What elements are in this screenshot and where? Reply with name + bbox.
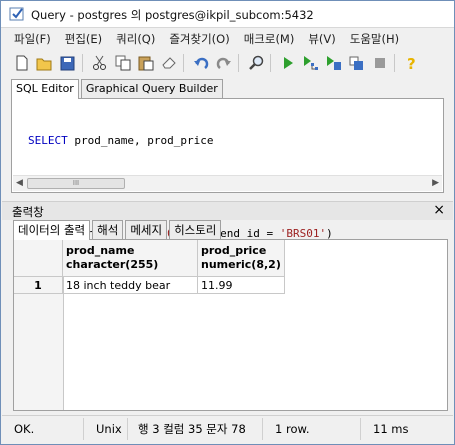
data-output-grid[interactable]: prod_name character(255) prod_price nume… — [13, 239, 448, 411]
sql-editor[interactable]: SELECT prod_name, prod_price FROM Produc… — [11, 98, 444, 287]
result-table: prod_name character(255) prod_price nume… — [14, 240, 285, 294]
status-bar: OK. Unix 행 3 컬럼 35 문자 78 1 row. 11 ms — [2, 415, 453, 442]
corner-cell[interactable] — [14, 240, 63, 277]
find-icon[interactable] — [245, 53, 266, 73]
svg-text:?: ? — [407, 55, 416, 71]
editor-tabs: SQL Editor Graphical Query Builder — [11, 79, 225, 99]
column-header-prod-name[interactable]: prod_name character(255) — [62, 240, 198, 277]
stop-icon[interactable] — [369, 53, 390, 73]
table-row[interactable]: 1 18 inch teddy bear 11.99 — [14, 276, 285, 294]
menu-help[interactable]: 도움말(H) — [343, 31, 406, 47]
editor-horizontal-scrollbar[interactable]: ◀ III ▶ — [13, 175, 442, 191]
execute-to-file-icon[interactable] — [323, 53, 344, 73]
menu-bar: 파일(F) 편집(E) 쿼리(Q) 즐겨찾기(O) 매크로(M) 뷰(V) 도움… — [1, 28, 454, 50]
table-cell[interactable]: 11.99 — [197, 276, 285, 294]
toolbar-separator — [82, 54, 83, 72]
row-number[interactable]: 1 — [14, 276, 63, 294]
menu-file[interactable]: 파일(F) — [1, 31, 58, 47]
menu-view[interactable]: 뷰(V) — [301, 31, 342, 47]
scroll-left-icon[interactable]: ◀ — [16, 178, 23, 188]
table-cell[interactable]: 18 inch teddy bear — [62, 276, 198, 294]
tab-sql-editor[interactable]: SQL Editor — [11, 79, 79, 99]
clear-icon[interactable] — [158, 53, 179, 73]
tab-history[interactable]: 히스토리 — [169, 220, 222, 239]
toolbar-separator — [183, 54, 184, 72]
window-title: Query - postgres 의 postgres@ikpil_subcom… — [31, 8, 314, 22]
query-tool-icon — [9, 7, 24, 21]
help-icon[interactable]: ? — [401, 53, 422, 73]
new-file-icon[interactable] — [11, 53, 32, 73]
menu-edit[interactable]: 편집(E) — [58, 31, 109, 47]
menu-query[interactable]: 쿼리(Q) — [109, 31, 162, 47]
output-tabs: 데이터의 출력 해석 메세지 히스토리 — [13, 220, 223, 240]
redo-icon[interactable] — [213, 53, 234, 73]
table-header-row: prod_name character(255) prod_price nume… — [14, 240, 285, 277]
menu-favourites[interactable]: 즐겨찾기(O) — [162, 31, 236, 47]
toolbar-separator — [394, 54, 395, 72]
cut-icon[interactable] — [89, 53, 110, 73]
copy-icon[interactable] — [112, 53, 133, 73]
cancel-icon[interactable] — [346, 53, 367, 73]
explain-icon[interactable] — [300, 53, 321, 73]
toolbar: ? — [1, 51, 454, 75]
save-icon[interactable] — [57, 53, 78, 73]
execute-icon[interactable] — [277, 53, 298, 73]
scroll-thumb[interactable]: III — [27, 178, 125, 189]
query-window: Query - postgres 의 postgres@ikpil_subcom… — [0, 0, 455, 445]
output-pane-header: 출력창 × — [2, 201, 453, 220]
status-cursor-position: 행 3 컬럼 35 문자 78 — [128, 418, 263, 440]
toolbar-separator — [270, 54, 271, 72]
editor-panel: SQL Editor Graphical Query Builder SELEC… — [7, 79, 448, 287]
tab-explain[interactable]: 해석 — [92, 220, 124, 239]
open-folder-icon[interactable] — [34, 53, 55, 73]
title-bar[interactable]: Query - postgres 의 postgres@ikpil_subcom… — [1, 1, 454, 28]
close-icon[interactable]: × — [433, 202, 445, 218]
tab-data-output[interactable]: 데이터의 출력 — [13, 220, 91, 240]
tab-graphical-query-builder[interactable]: Graphical Query Builder — [80, 79, 223, 98]
status-row-count: 1 row. — [263, 418, 361, 440]
scroll-right-icon[interactable]: ▶ — [432, 178, 439, 188]
sql-line-1: SELECT prod_name, prod_price — [28, 134, 214, 147]
status-eol: Unix — [84, 418, 128, 440]
column-header-prod-price[interactable]: prod_price numeric(8,2) — [197, 240, 285, 277]
menu-macros[interactable]: 매크로(M) — [237, 31, 302, 47]
toolbar-separator — [238, 54, 239, 72]
tab-messages[interactable]: 메세지 — [125, 220, 168, 239]
output-pane-title: 출력창 — [12, 205, 44, 219]
status-state: OK. — [2, 418, 84, 440]
status-exec-time: 11 ms — [373, 422, 409, 436]
undo-icon[interactable] — [190, 53, 211, 73]
paste-icon[interactable] — [135, 53, 156, 73]
